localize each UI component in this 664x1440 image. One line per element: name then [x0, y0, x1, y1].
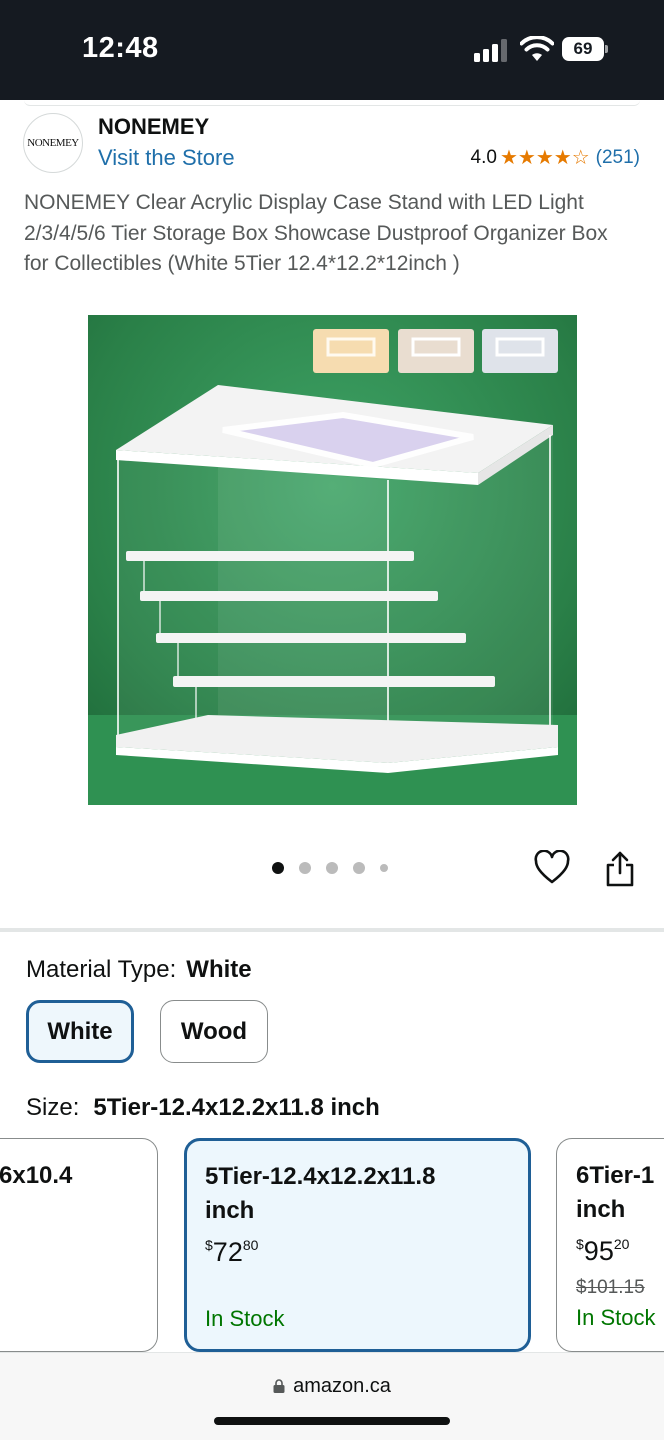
material-option-white[interactable]: White: [26, 1000, 134, 1063]
home-indicator[interactable]: [214, 1417, 450, 1425]
battery-level: 69: [562, 37, 604, 61]
size-option-price: $9520: [576, 1236, 630, 1266]
material-type-heading: Material Type:: [26, 956, 177, 983]
battery-icon: 69: [562, 37, 608, 61]
carousel-dot[interactable]: [353, 862, 365, 874]
wifi-icon: [520, 36, 554, 61]
rating-summary[interactable]: 4.0 ★ ★ ★ ★ ☆ (251): [471, 147, 640, 169]
rating-value: 4.0: [470, 147, 497, 168]
brand-logo-text: NONEMEY: [27, 137, 79, 149]
star-rating: ★ ★ ★ ★ ☆: [500, 148, 590, 168]
stock-status: In Stock: [205, 1306, 285, 1331]
visit-store-link[interactable]: Visit the Store: [98, 145, 235, 171]
size-option-price: $7280: [205, 1237, 259, 1267]
brand-logo[interactable]: NONEMEY: [23, 113, 83, 173]
carousel-dot[interactable]: [380, 864, 388, 872]
size-option-name: 6x10.4: [0, 1162, 73, 1189]
size-label: Size: 5Tier-12.4x12.2x11.8 inch: [26, 1094, 380, 1122]
star-full-icon: ★: [499, 147, 518, 169]
review-count-link[interactable]: (251): [596, 147, 640, 169]
share-icon[interactable]: [604, 850, 636, 888]
size-option-list-price: $101.15: [576, 1277, 645, 1298]
browser-bottom-bar: amazon.ca: [0, 1352, 664, 1440]
url-text: amazon.ca: [293, 1375, 391, 1397]
section-divider: [0, 928, 664, 932]
star-empty-icon: ☆: [571, 147, 590, 169]
cellular-signal-icon: [474, 38, 508, 62]
star-full-icon: ★: [553, 147, 572, 169]
url-bar[interactable]: amazon.ca: [0, 1375, 664, 1398]
size-option-card-selected[interactable]: 5Tier-12.4x12.2x11.8 inch $7280 In Stock: [184, 1138, 531, 1352]
lock-icon: [273, 1379, 285, 1393]
size-selected: 5Tier-12.4x12.2x11.8 inch: [93, 1094, 380, 1121]
status-bar: 12:48 69: [0, 0, 664, 100]
image-carousel-dots[interactable]: [272, 862, 403, 874]
heart-icon[interactable]: [534, 850, 570, 886]
star-full-icon: ★: [517, 147, 536, 169]
size-option-name: 6Tier-1: [576, 1162, 655, 1189]
material-type-label: Material Type: White: [26, 956, 252, 984]
carousel-dot[interactable]: [326, 862, 338, 874]
product-image[interactable]: [88, 315, 577, 805]
material-option-wood[interactable]: Wood: [160, 1000, 268, 1063]
carousel-dot-active[interactable]: [272, 862, 284, 874]
size-heading: Size:: [26, 1094, 80, 1121]
stock-status: In Stock: [576, 1305, 656, 1330]
size-option-name-unit: inch: [576, 1196, 626, 1223]
size-option-name-unit: inch: [205, 1197, 255, 1224]
material-type-selected: White: [186, 956, 252, 983]
header-divider: [24, 100, 640, 106]
status-time: 12:48: [82, 32, 159, 64]
size-option-name: 5Tier-12.4x12.2x11.8: [205, 1163, 436, 1190]
display-case-illustration: [88, 315, 577, 805]
product-title: NONEMEY Clear Acrylic Display Case Stand…: [24, 191, 608, 275]
size-option-card[interactable]: 6Tier-1 inch $9520 $101.15 In Stock: [556, 1138, 664, 1352]
star-full-icon: ★: [535, 147, 554, 169]
size-option-card[interactable]: 6x10.4: [0, 1138, 158, 1352]
carousel-dot[interactable]: [299, 862, 311, 874]
brand-name: NONEMEY: [98, 114, 210, 139]
